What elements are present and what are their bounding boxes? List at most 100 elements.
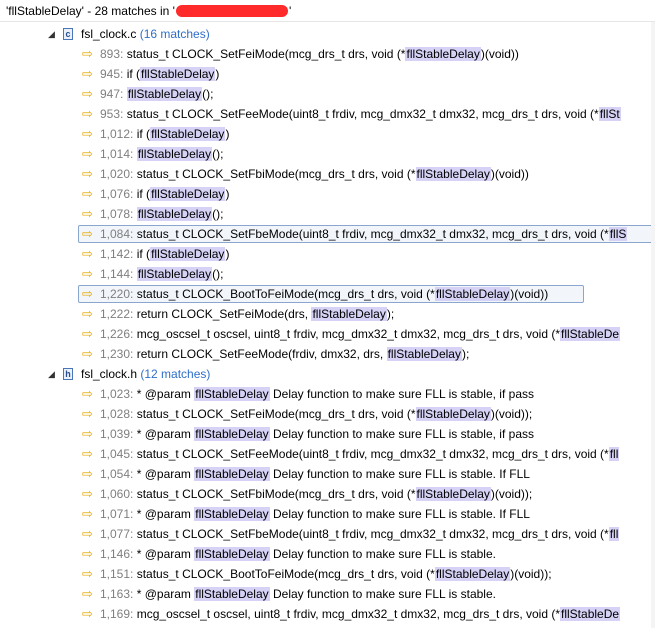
match-row[interactable]: ⇨ 945: if (fllStableDelay) <box>0 64 655 84</box>
vertical-scrollbar[interactable] <box>651 22 655 628</box>
match-row[interactable]: ⇨ 1,071: * @param fllStableDelay Delay fu… <box>0 504 655 524</box>
match-row[interactable]: ⇨ 1,060: status_t CLOCK_SetFbiMode(mcg_dr… <box>0 484 655 504</box>
line-number: 1,028: <box>100 407 134 421</box>
line-number: 1,078: <box>100 207 134 221</box>
code-after: )(void)) <box>510 287 549 301</box>
match-code-line: 1,220: status_t CLOCK_BootToFeiMode(mcg_… <box>100 284 548 304</box>
triangle-down-icon[interactable]: ◢ <box>48 24 58 44</box>
match-row[interactable]: ⇨ 1,076: if (fllStableDelay) <box>0 184 655 204</box>
match-arrow-icon: ⇨ <box>82 486 93 501</box>
code-after: ); <box>461 347 470 361</box>
match-row[interactable]: ⇨ 1,077: status_t CLOCK_SetFbeMode(uint8_… <box>0 524 655 544</box>
file-row[interactable]: ◢ h fsl_clock.h (12 matches) <box>0 364 655 384</box>
triangle-down-icon[interactable]: ◢ <box>48 364 58 384</box>
match-row[interactable]: ⇨ 1,054: * @param fllStableDelay Delay fu… <box>0 464 655 484</box>
match-code-line: 1,060: status_t CLOCK_SetFbiMode(mcg_drs… <box>100 484 532 504</box>
line-number: 1,014: <box>100 147 134 161</box>
match-code-line: 947: fllStableDelay(); <box>100 84 213 104</box>
match-highlight: fllS <box>608 227 628 241</box>
match-highlight: fllStableDelay <box>150 187 226 201</box>
match-code-line: 1,084: status_t CLOCK_SetFbeMode(uint8_t… <box>100 224 628 244</box>
match-row[interactable]: ⇨ 1,230: return CLOCK_SetFeeMode(frdiv, d… <box>0 344 655 364</box>
line-number: 1,142: <box>100 247 134 261</box>
line-number: 945: <box>100 67 124 81</box>
code-after: (); <box>202 87 214 101</box>
match-highlight: fllStableDelay <box>405 47 481 61</box>
match-code-line: 893: status_t CLOCK_SetFeiMode(mcg_drs_t… <box>100 44 519 64</box>
line-number: 1,039: <box>100 427 134 441</box>
match-row[interactable]: ⇨ 893: status_t CLOCK_SetFeiMode(mcg_drs_… <box>0 44 655 64</box>
match-code-line: 1,151: status_t CLOCK_BootToFeiMode(mcg_… <box>100 564 552 584</box>
match-highlight: fllStableDelay <box>194 467 270 481</box>
code-after: (); <box>212 147 224 161</box>
match-row[interactable]: ⇨ 1,220: status_t CLOCK_BootToFeiMode(mcg… <box>0 284 655 304</box>
match-row[interactable]: ⇨ 947: fllStableDelay(); <box>0 84 655 104</box>
match-highlight: fllStableDelay <box>126 87 203 101</box>
match-code-line: 1,054: * @param fllStableDelay Delay fun… <box>100 464 530 484</box>
match-count: (12 matches) <box>140 367 211 381</box>
match-row[interactable]: ⇨ 1,020: status_t CLOCK_SetFbiMode(mcg_dr… <box>0 164 655 184</box>
line-number: 1,230: <box>100 347 134 361</box>
match-row[interactable]: ⇨ 1,023: * @param fllStableDelay Delay fu… <box>0 384 655 404</box>
match-arrow-icon: ⇨ <box>82 286 93 301</box>
code-after: ); <box>386 307 395 321</box>
match-code-line: 1,045: status_t CLOCK_SetFeeMode(uint8_t… <box>100 444 620 464</box>
file-name: fsl_clock.c <box>81 27 137 41</box>
match-highlight: fllStableDelay <box>194 427 270 441</box>
line-number: 1,060: <box>100 487 134 501</box>
match-arrow-icon: ⇨ <box>82 406 93 421</box>
match-code-line: 1,230: return CLOCK_SetFeeMode(frdiv, dm… <box>100 344 469 364</box>
match-row[interactable]: ⇨ 1,039: * @param fllStableDelay Delay fu… <box>0 424 655 444</box>
match-highlight: fllStableDelay <box>194 387 270 401</box>
code-after: ) <box>225 187 230 201</box>
match-highlight: fll <box>608 527 620 541</box>
match-code-line: 1,039: * @param fllStableDelay Delay fun… <box>100 424 534 444</box>
match-highlight: fllStableDelay <box>434 287 511 301</box>
match-highlight: fllStableDelay <box>194 587 270 601</box>
match-highlight: fll <box>608 447 620 461</box>
match-row[interactable]: ⇨ 1,151: status_t CLOCK_BootToFeiMode(mcg… <box>0 564 655 584</box>
match-highlight: fllStableDelay <box>136 207 213 221</box>
match-row[interactable]: ⇨ 1,014: fllStableDelay(); <box>0 144 655 164</box>
line-number: 893: <box>100 47 124 61</box>
line-number: 1,020: <box>100 167 134 181</box>
match-row[interactable]: ⇨ 1,226: mcg_oscsel_t oscsel, uint8_t frd… <box>0 324 655 344</box>
match-code-line: 1,023: * @param fllStableDelay Delay fun… <box>100 384 534 404</box>
match-row[interactable]: ⇨ 1,078: fllStableDelay(); <box>0 204 655 224</box>
match-code-line: 945: if (fllStableDelay) <box>100 64 219 84</box>
code-after: ) <box>225 127 230 141</box>
match-arrow-icon: ⇨ <box>82 226 93 241</box>
match-code-line: 1,028: status_t CLOCK_SetFeiMode(mcg_drs… <box>100 404 532 424</box>
code-before: if ( <box>136 247 151 261</box>
match-arrow-icon: ⇨ <box>82 206 93 221</box>
match-arrow-icon: ⇨ <box>82 166 93 181</box>
line-number: 1,076: <box>100 187 134 201</box>
match-highlight: fllStableDelay <box>136 267 213 281</box>
match-row[interactable]: ⇨ 1,012: if (fllStableDelay) <box>0 124 655 144</box>
match-row[interactable]: ⇨ 1,084: status_t CLOCK_SetFbeMode(uint8_… <box>0 224 655 244</box>
code-after: Delay function to make sure FLL is stabl… <box>269 587 496 601</box>
line-number: 1,146: <box>100 547 134 561</box>
match-row[interactable]: ⇨ 953: status_t CLOCK_SetFeeMode(uint8_t … <box>0 104 655 124</box>
match-row[interactable]: ⇨ 1,146: * @param fllStableDelay Delay fu… <box>0 544 655 564</box>
match-row[interactable]: ⇨ 1,028: status_t CLOCK_SetFeiMode(mcg_dr… <box>0 404 655 424</box>
match-arrow-icon: ⇨ <box>82 326 93 341</box>
match-highlight: fllStableDelay <box>386 347 462 361</box>
match-row[interactable]: ⇨ 1,169: mcg_oscsel_t oscsel, uint8_t frd… <box>0 604 655 624</box>
code-before: status_t CLOCK_BootToFeiMode(mcg_drs_t d… <box>136 567 435 581</box>
code-after: (); <box>212 207 224 221</box>
match-highlight: fllStableDelay <box>311 307 387 321</box>
match-row[interactable]: ⇨ 1,144: fllStableDelay(); <box>0 264 655 284</box>
match-row[interactable]: ⇨ 1,163: * @param fllStableDelay Delay fu… <box>0 584 655 604</box>
c-source-file-icon: h <box>63 368 73 380</box>
match-row[interactable]: ⇨ 1,142: if (fllStableDelay) <box>0 244 655 264</box>
match-row[interactable]: ⇨ 1,222: return CLOCK_SetFeiMode(drs, fll… <box>0 304 655 324</box>
match-highlight: fllStableDelay <box>136 147 213 161</box>
match-code-line: 1,071: * @param fllStableDelay Delay fun… <box>100 504 530 524</box>
match-arrow-icon: ⇨ <box>82 526 93 541</box>
file-row[interactable]: ◢ c fsl_clock.c (16 matches) <box>0 24 655 44</box>
match-arrow-icon: ⇨ <box>82 566 93 581</box>
code-after: (); <box>212 267 224 281</box>
code-before: status_t CLOCK_SetFbiMode(mcg_drs_t drs,… <box>136 487 416 501</box>
match-row[interactable]: ⇨ 1,045: status_t CLOCK_SetFeeMode(uint8_… <box>0 444 655 464</box>
